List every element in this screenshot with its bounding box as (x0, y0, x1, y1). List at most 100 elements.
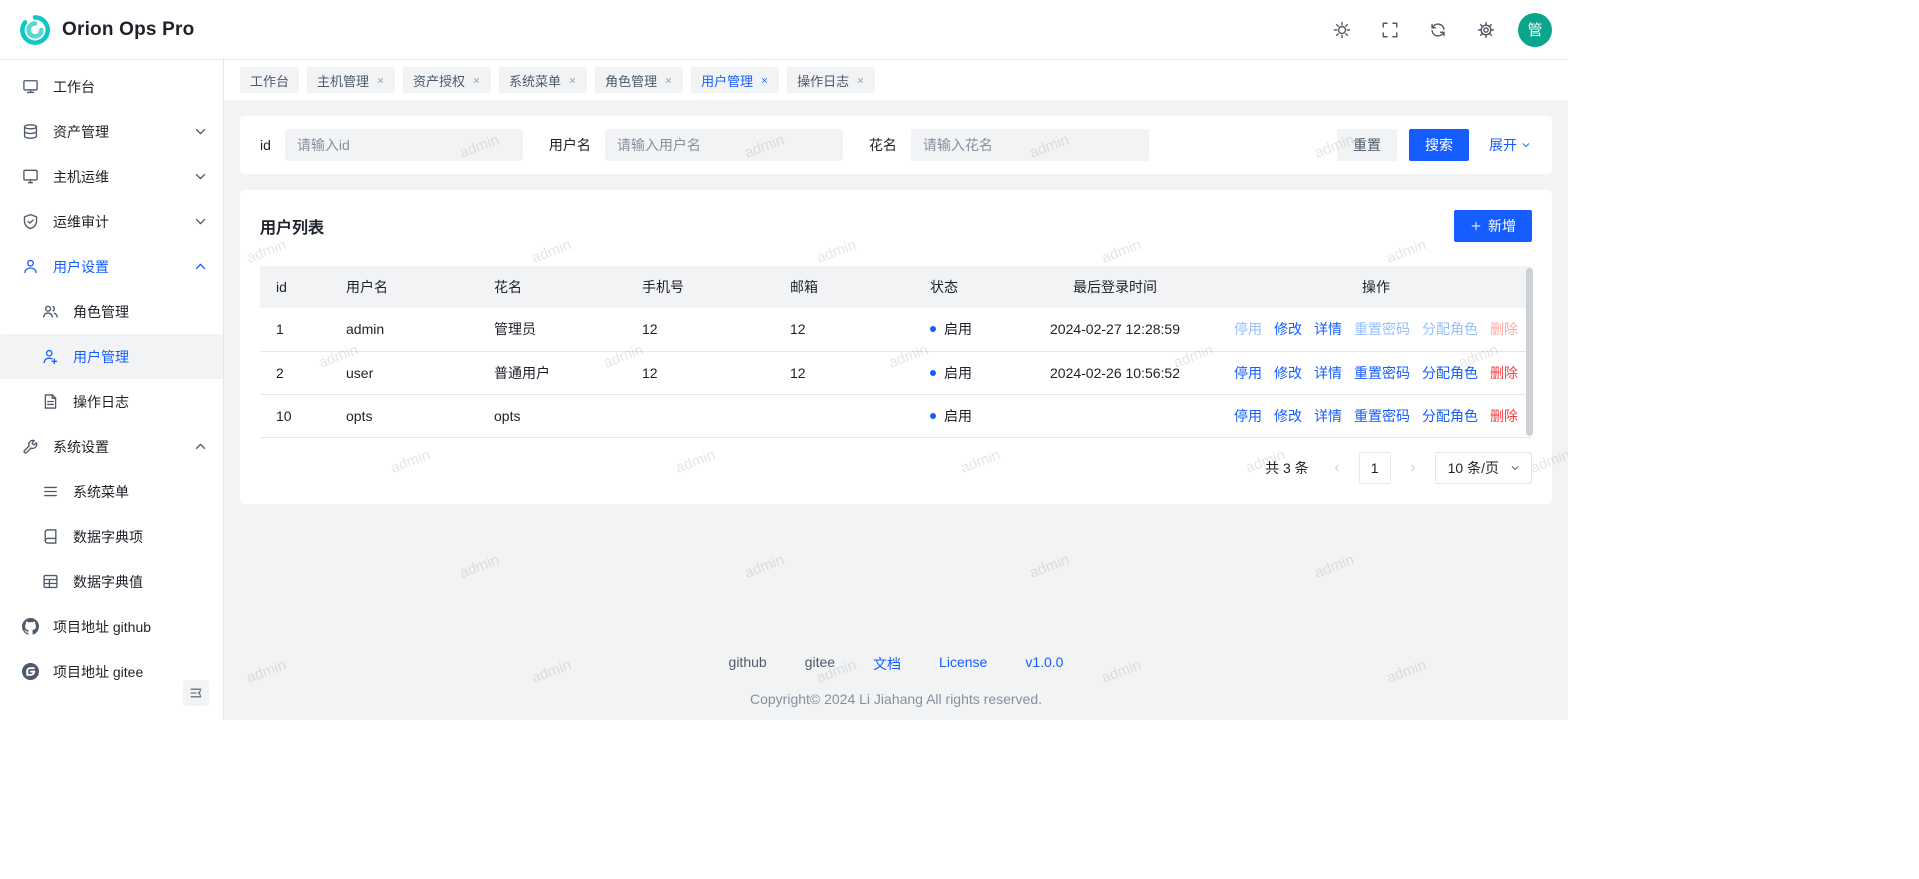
close-icon[interactable] (856, 76, 865, 85)
settings-button[interactable] (1470, 14, 1502, 46)
column-header-4: 邮箱 (774, 266, 914, 308)
detail-action-link[interactable]: 详情 (1314, 406, 1342, 426)
gitee-icon (22, 663, 39, 680)
gear-icon (1477, 21, 1495, 39)
page-number-button[interactable]: 1 (1359, 452, 1391, 484)
prev-page-button[interactable] (1323, 454, 1351, 482)
sidebar-item-label: 运维审计 (53, 212, 178, 232)
user-manage-icon (42, 348, 59, 365)
grant-role-action-link[interactable]: 分配角色 (1422, 363, 1478, 383)
close-icon[interactable] (760, 76, 769, 85)
sidebar-item-user-settings[interactable]: 用户设置 (0, 244, 223, 289)
chevron-down-icon (1509, 462, 1521, 474)
sidebar-item-workbench[interactable]: 工作台 (0, 64, 223, 109)
delete-action-link[interactable]: 删除 (1490, 406, 1518, 426)
sidebar-item-user-manage[interactable]: 用户管理 (0, 334, 223, 379)
filter-field-nickname: 花名 (869, 129, 1149, 161)
page-size-select[interactable]: 10 条/页 (1435, 452, 1532, 484)
system-icon (22, 438, 39, 455)
tab-user-manage[interactable]: 用户管理 (691, 67, 779, 93)
footer-link-docs[interactable]: 文档 (873, 654, 901, 674)
footer-link-version[interactable]: v1.0.0 (1025, 654, 1063, 674)
chevron-up-icon (192, 438, 209, 455)
sidebar-item-system-menu[interactable]: 系统菜单 (0, 469, 223, 514)
grant-role-action-link[interactable]: 分配角色 (1422, 406, 1478, 426)
sidebar-item-dict-key[interactable]: 数据字典项 (0, 514, 223, 559)
cell-nickname: opts (478, 394, 626, 437)
update-action-link[interactable]: 修改 (1274, 319, 1302, 339)
search-button[interactable]: 搜索 (1409, 129, 1469, 161)
filter-card: id用户名花名 重置 搜索 展开 (240, 116, 1552, 174)
sidebar-item-role-manage[interactable]: 角色管理 (0, 289, 223, 334)
cell-email (774, 394, 914, 437)
nickname-input[interactable] (911, 129, 1149, 161)
reset-password-action-link[interactable]: 重置密码 (1354, 363, 1410, 383)
username-label: 用户名 (549, 135, 591, 155)
sidebar-item-dict-value[interactable]: 数据字典值 (0, 559, 223, 604)
update-action-link[interactable]: 修改 (1274, 363, 1302, 383)
user-avatar[interactable]: 管 (1518, 13, 1552, 47)
footer-link-gitee[interactable]: gitee (805, 654, 835, 674)
next-page-button[interactable] (1399, 454, 1427, 482)
tab-system-menu[interactable]: 系统菜单 (499, 67, 587, 93)
cell-phone: 12 (626, 308, 774, 351)
theme-toggle-button[interactable] (1326, 14, 1358, 46)
sidebar-item-host-ops[interactable]: 主机运维 (0, 154, 223, 199)
chevron-up-icon (192, 258, 209, 275)
tab-role-manage[interactable]: 角色管理 (595, 67, 683, 93)
sidebar-item-label: 数据字典项 (73, 527, 209, 547)
close-icon[interactable] (376, 76, 385, 85)
tab-workbench[interactable]: 工作台 (240, 67, 299, 93)
brand[interactable]: Orion Ops Pro (18, 13, 194, 47)
copyright: Copyright© 2024 Li Jiahang All rights re… (224, 691, 1568, 707)
reset-password-action-link[interactable]: 重置密码 (1354, 406, 1410, 426)
username-input[interactable] (605, 129, 843, 161)
update-action-link[interactable]: 修改 (1274, 406, 1302, 426)
detail-action-link[interactable]: 详情 (1314, 319, 1342, 339)
column-header-1: 用户名 (330, 266, 478, 308)
app-logo-icon (18, 13, 52, 47)
table-card-header: 用户列表 新增 (260, 210, 1532, 242)
expand-toggle[interactable]: 展开 (1489, 135, 1532, 155)
plus-icon (1470, 220, 1482, 232)
close-icon[interactable] (472, 76, 481, 85)
tab-host-manage[interactable]: 主机管理 (307, 67, 395, 93)
sidebar-item-github[interactable]: 项目地址 github (0, 604, 223, 649)
sidebar-item-operation-log[interactable]: 操作日志 (0, 379, 223, 424)
tab-asset-grant[interactable]: 资产授权 (403, 67, 491, 93)
github-icon (22, 618, 39, 635)
sidebar-collapse-button[interactable] (183, 680, 209, 706)
cell-nickname: 普通用户 (478, 351, 626, 394)
refresh-button[interactable] (1422, 14, 1454, 46)
status-label: 启用 (944, 319, 972, 339)
add-user-button[interactable]: 新增 (1454, 210, 1532, 242)
sidebar-item-label: 项目地址 github (53, 617, 209, 637)
cell-nickname: 管理员 (478, 308, 626, 351)
reset-button[interactable]: 重置 (1337, 129, 1397, 161)
cell-id: 10 (260, 394, 330, 437)
delete-action-link[interactable]: 删除 (1490, 363, 1518, 383)
disable-action-link[interactable]: 停用 (1234, 363, 1262, 383)
disable-action-link[interactable]: 停用 (1234, 406, 1262, 426)
header-actions: 管 (1326, 13, 1552, 47)
detail-action-link[interactable]: 详情 (1314, 363, 1342, 383)
footer-link-github[interactable]: github (729, 654, 767, 674)
sidebar-item-ops-audit[interactable]: 运维审计 (0, 199, 223, 244)
close-icon[interactable] (664, 76, 673, 85)
sidebar-item-asset-manage[interactable]: 资产管理 (0, 109, 223, 154)
fullscreen-button[interactable] (1374, 14, 1406, 46)
close-icon[interactable] (568, 76, 577, 85)
filter-field-username: 用户名 (549, 129, 843, 161)
asset-icon (22, 123, 39, 140)
dict-key-icon (42, 528, 59, 545)
cell-id: 2 (260, 351, 330, 394)
footer-link-license[interactable]: License (939, 654, 987, 674)
watermark-text: admin (742, 551, 786, 582)
sidebar-item-system-settings[interactable]: 系统设置 (0, 424, 223, 469)
tab-operation-log[interactable]: 操作日志 (787, 67, 875, 93)
column-header-5: 状态 (914, 266, 1010, 308)
table-scrollbar[interactable] (1526, 268, 1533, 436)
tab-label: 用户管理 (701, 71, 753, 90)
id-input[interactable] (285, 129, 523, 161)
watermark-text: admin (457, 551, 501, 582)
